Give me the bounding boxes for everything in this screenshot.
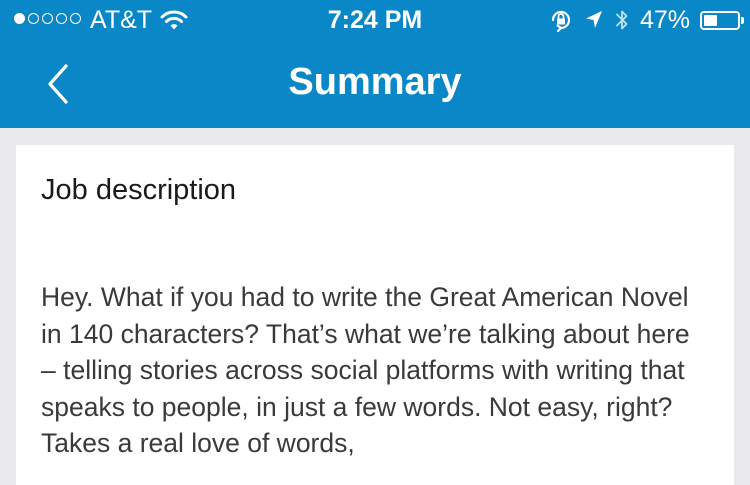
- battery-fill: [704, 14, 717, 26]
- section-heading: Job description: [41, 174, 237, 206]
- battery-percentage: 47%: [639, 6, 690, 34]
- navigation-bar: Summary: [0, 40, 750, 128]
- status-bar: AT&T 7:24 PM 47%: [0, 0, 750, 40]
- app-header: AT&T 7:24 PM 47% Summary: [0, 0, 750, 128]
- bluetooth-icon: [616, 10, 628, 30]
- job-description-text: Hey. What if you had to write the Great …: [41, 282, 690, 458]
- status-indicators: 47%: [548, 6, 744, 34]
- battery-tip: [741, 16, 744, 24]
- location-arrow-icon: [585, 11, 602, 28]
- job-description-card: Job description Hey. What if you had to …: [16, 145, 734, 485]
- battery-icon: [700, 10, 744, 30]
- page-title: Summary: [288, 61, 462, 103]
- orientation-lock-icon: [551, 10, 571, 33]
